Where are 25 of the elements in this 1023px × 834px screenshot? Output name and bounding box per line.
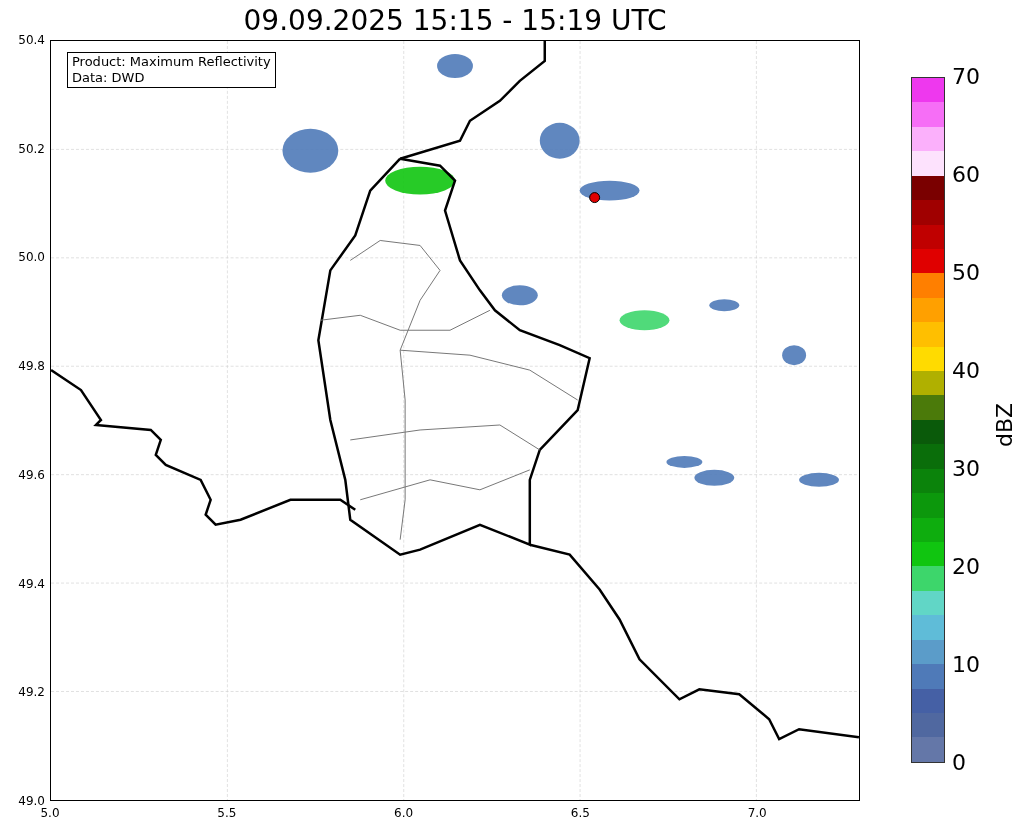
y-tick-label: 50.2 [18, 141, 45, 156]
info-text: Product: Maximum Reflectivity [72, 54, 271, 70]
x-tick-label: 5.5 [216, 806, 238, 820]
colorbar-tick-label: 50 [952, 261, 980, 285]
colorbar-tick-label: 10 [952, 653, 980, 677]
y-tick-label: 49.4 [18, 576, 45, 591]
info-text: Data: DWD [72, 70, 146, 86]
colorbar-tick-label: 20 [952, 555, 980, 579]
x-tick-label: 7.0 [746, 806, 768, 820]
colorbar-tick-label: 70 [952, 65, 980, 89]
colorbar-tick-label: 40 [952, 359, 980, 383]
chart-title: 09.09.2025 15:15 - 15:19 UTC [243, 4, 667, 38]
colorbar-tick-label: 30 [952, 457, 980, 481]
y-tick-label: 49.0 [18, 793, 45, 808]
y-tick-label: 49.8 [18, 359, 45, 374]
x-tick-label: 5.0 [39, 806, 61, 820]
y-tick-label: 49.6 [18, 467, 45, 482]
x-tick-label: 6.0 [393, 806, 415, 820]
x-tick-label: 6.5 [569, 806, 591, 820]
colorbar-tick-label: 0 [952, 751, 966, 775]
y-tick-label: 50.4 [18, 33, 45, 47]
y-tick-label: 50.0 [18, 250, 45, 265]
colorbar-label: dBZ [993, 402, 1017, 448]
y-tick-label: 49.2 [18, 685, 45, 700]
colorbar-tick-label: 60 [952, 163, 980, 187]
